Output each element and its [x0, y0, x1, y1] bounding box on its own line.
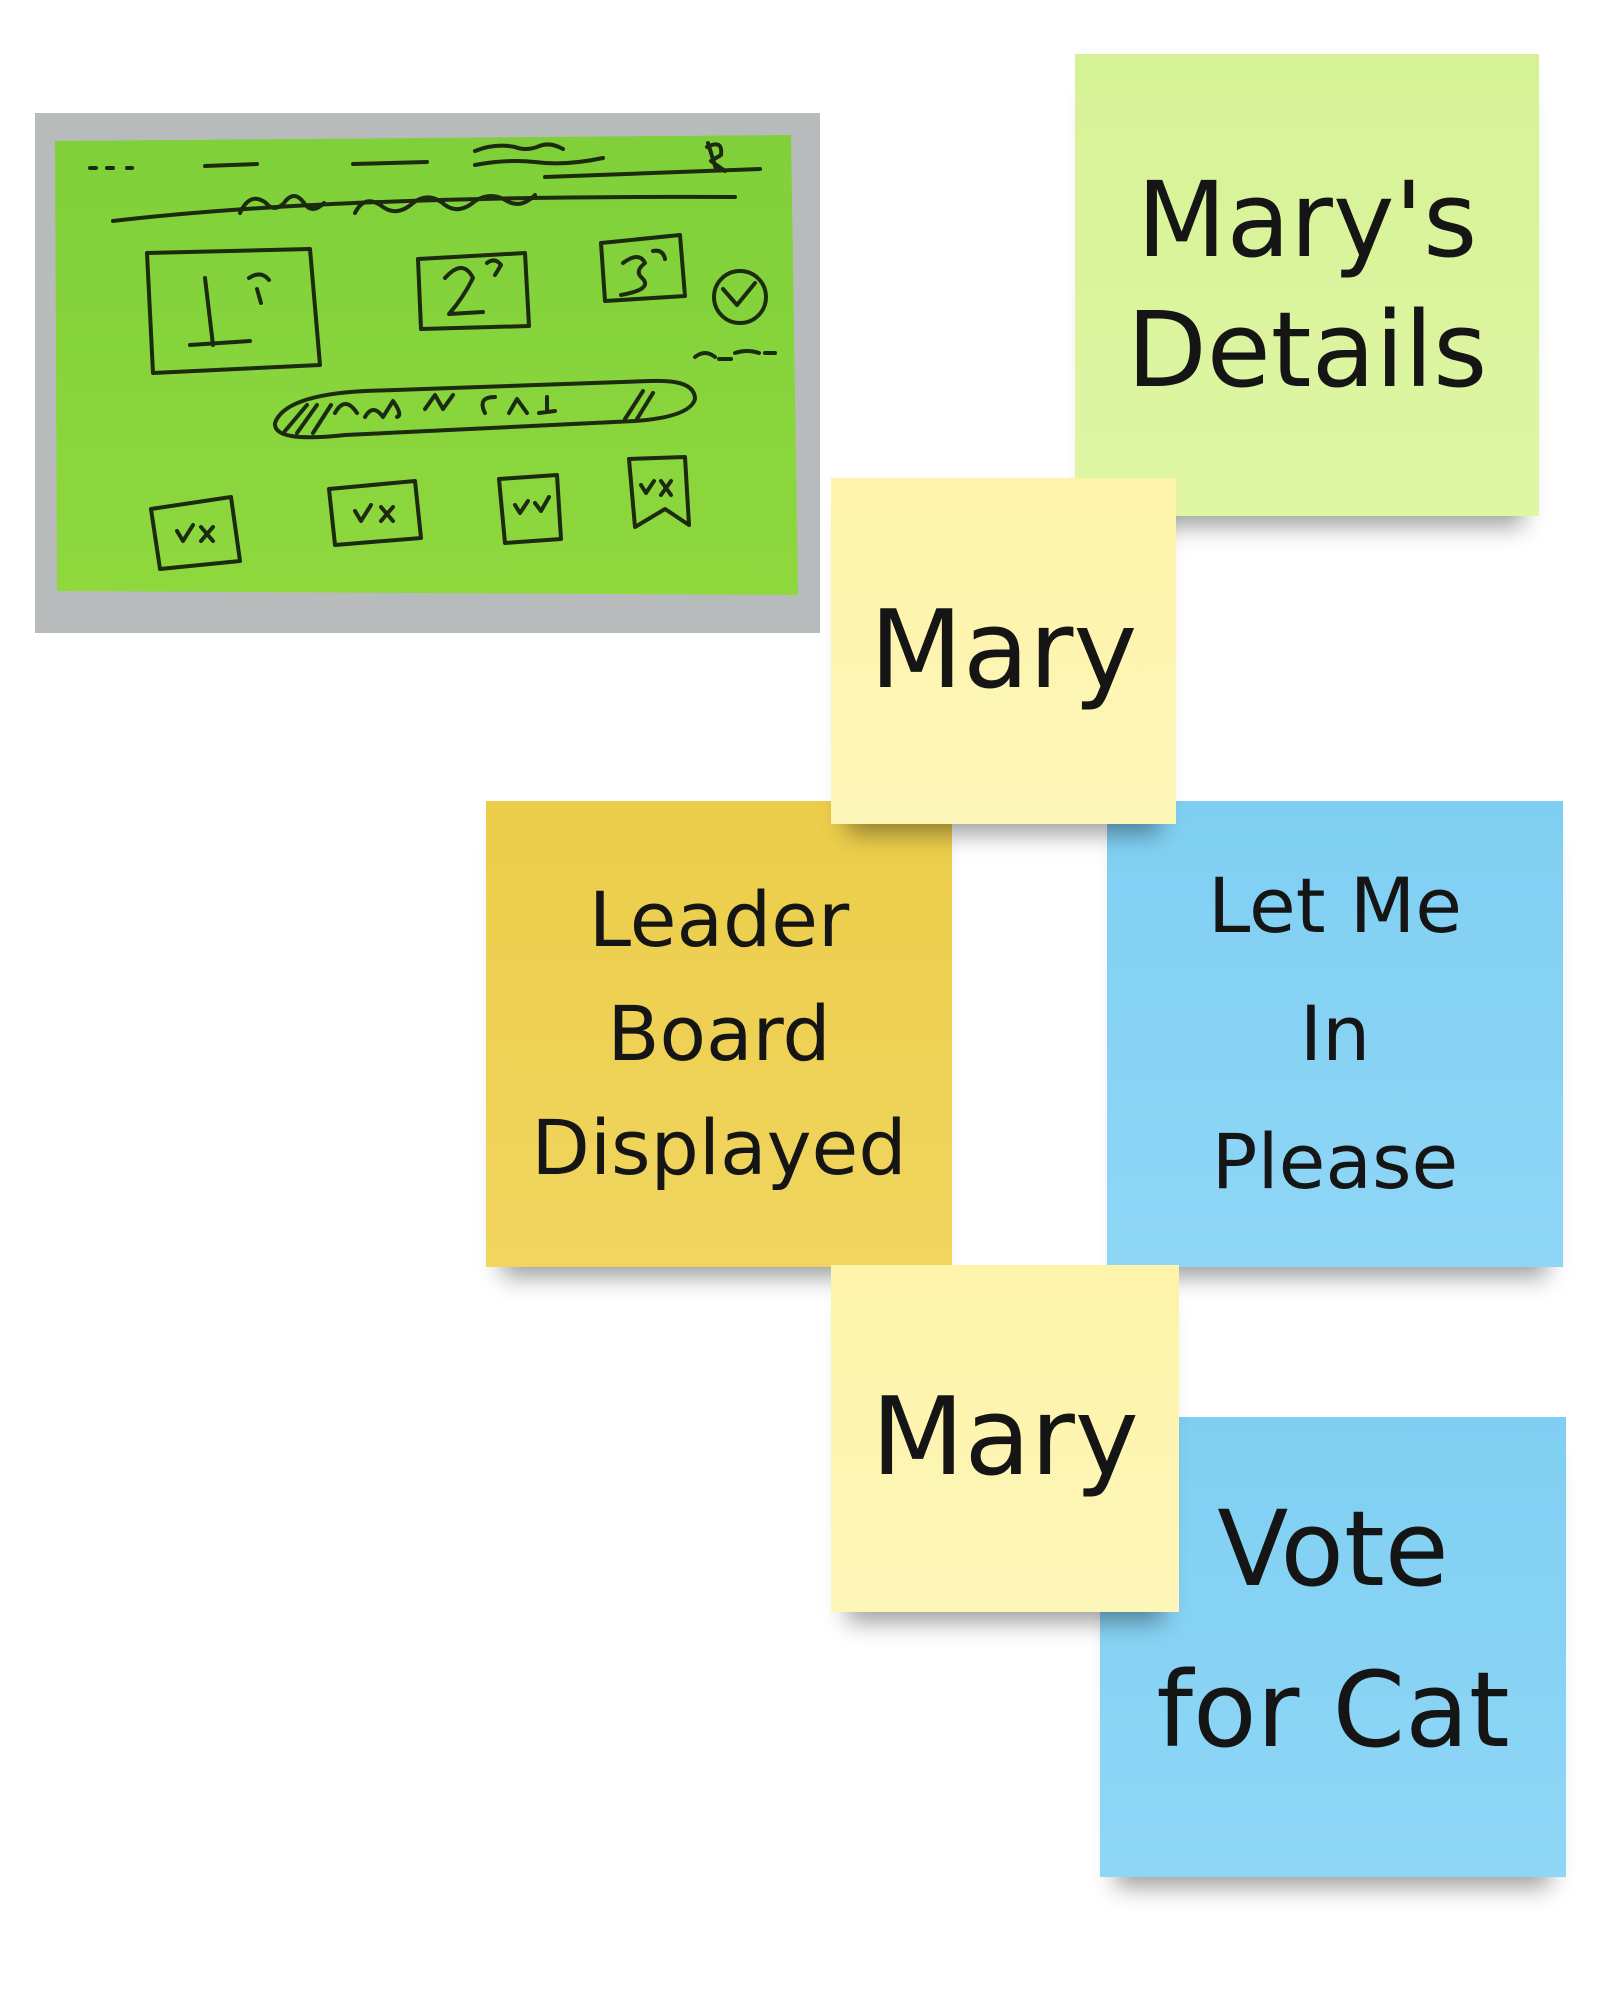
sketch-paper: [55, 135, 798, 595]
sketch-photo: [35, 113, 820, 633]
sticky-line: Displayed: [531, 1103, 907, 1192]
sticky-line: Board: [607, 989, 831, 1078]
sticky-line: In: [1299, 989, 1371, 1079]
sticky-line: Vote: [1217, 1488, 1449, 1610]
sticky-note-marys-details[interactable]: Mary's Details: [1075, 54, 1539, 516]
sticky-note-mary-top[interactable]: Mary: [831, 478, 1176, 824]
sticky-note-mary-bottom[interactable]: Mary: [831, 1265, 1179, 1612]
sticky-note-leader-board[interactable]: Leader Board Displayed: [486, 801, 952, 1267]
sketch-drawing: [35, 113, 820, 633]
sticky-line: for Cat: [1156, 1649, 1510, 1772]
sticky-line: Details: [1126, 289, 1488, 411]
sticky-note-let-me-in[interactable]: Let Me In Please: [1107, 801, 1563, 1267]
sticky-line: Please: [1211, 1116, 1459, 1206]
sticky-line: Mary: [871, 1375, 1139, 1501]
sticky-line: Let Me: [1207, 861, 1463, 951]
sticky-line: Mary's: [1136, 159, 1478, 281]
sticky-line: Leader: [588, 875, 850, 964]
sticky-line: Mary: [869, 587, 1138, 713]
